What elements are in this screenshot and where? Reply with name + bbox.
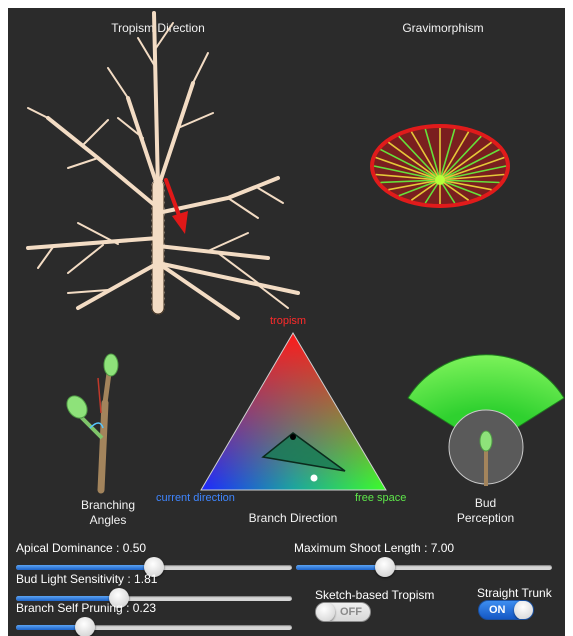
- straight-trunk-state: ON: [489, 604, 506, 616]
- apical-dominance-label: Apical Dominance : 0.50: [16, 541, 147, 555]
- toggle-knob: [316, 603, 335, 621]
- slider-thumb[interactable]: [374, 557, 395, 577]
- branch-self-pruning-label: Branch Self Pruning : 0.23: [16, 601, 157, 615]
- sketch-tropism-toggle[interactable]: OFF: [315, 602, 371, 622]
- toggle-knob: [514, 601, 533, 619]
- straight-trunk-toggle[interactable]: ON: [478, 600, 534, 620]
- sketch-tropism-label: Sketch-based Tropism: [315, 588, 435, 602]
- bud-perception-label: Bud Perception: [456, 496, 515, 525]
- app-window: Tropism Direction Gravimorphism Branchin…: [8, 8, 565, 636]
- sketch-tropism-state: OFF: [340, 606, 362, 618]
- maximum-shoot-length-label: Maximum Shoot Length : 7.00: [294, 541, 455, 555]
- branch-self-pruning-slider[interactable]: [16, 617, 292, 636]
- straight-trunk-label: Straight Trunk: [477, 586, 552, 600]
- maximum-shoot-length-slider[interactable]: [296, 557, 552, 577]
- slider-thumb[interactable]: [74, 617, 95, 636]
- bud-light-sensitivity-label: Bud Light Sensitivity : 1.81: [16, 572, 158, 586]
